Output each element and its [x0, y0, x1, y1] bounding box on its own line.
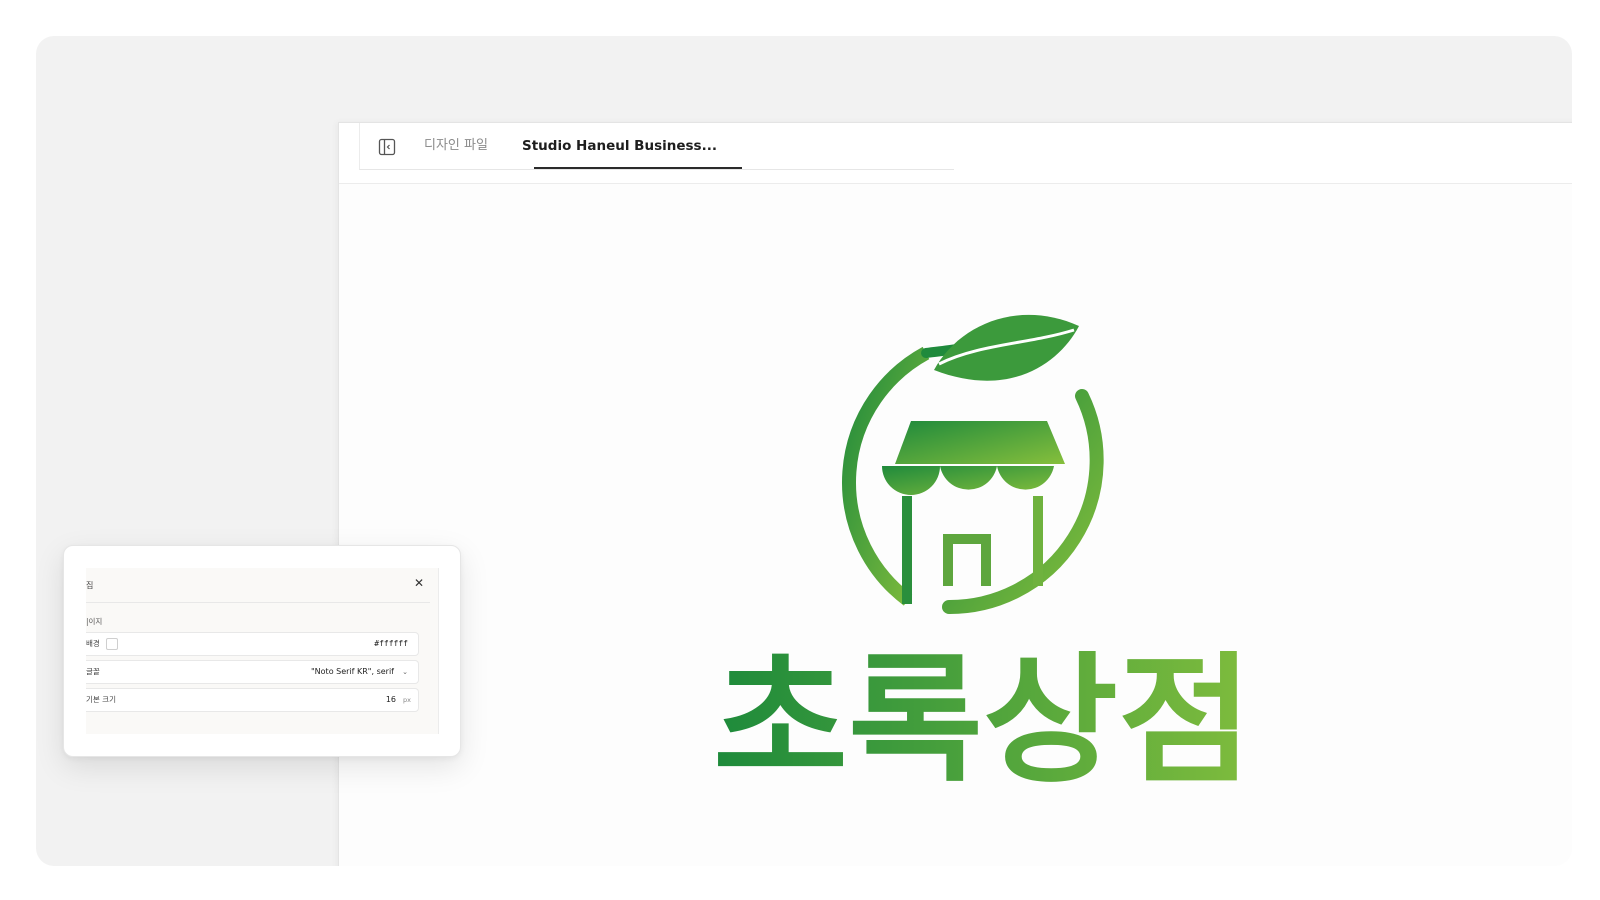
font-row: 글꼴 "Noto Serif KR", serif ⌄ [86, 660, 419, 684]
settings-panel: 집 ✕ |이지 배경 #ffffff 글꼴 "Noto Serif KR", s… [86, 568, 439, 734]
logo-artwork: 초록상점 [713, 314, 1253, 803]
awning [895, 421, 1065, 464]
base-size-label: 기본 크기 [86, 695, 116, 704]
chevron-down-icon[interactable]: ⌄ [402, 661, 408, 683]
base-size-input[interactable]: 16 [386, 689, 396, 711]
design-canvas[interactable]: 초록상점 [339, 184, 1572, 866]
divider [86, 602, 430, 603]
page-settings-popover: 집 ✕ |이지 배경 #ffffff 글꼴 "Noto Serif KR", s… [63, 545, 461, 757]
editor-window: 디자인 파일 Studio Haneul Business... 초록상점 [338, 122, 1572, 866]
awning-scallops [882, 466, 1054, 495]
sidebar-toggle-icon[interactable] [378, 138, 396, 156]
door [943, 534, 991, 586]
background-row: 배경 #ffffff [86, 632, 419, 656]
base-size-row: 기본 크기 16 px [86, 688, 419, 712]
tab-strip: 디자인 파일 Studio Haneul Business... [359, 123, 954, 170]
font-label: 글꼴 [86, 667, 100, 676]
base-size-unit: px [403, 696, 411, 704]
app-backdrop: 디자인 파일 Studio Haneul Business... 초록상점 집 … [36, 36, 1572, 866]
close-icon[interactable]: ✕ [412, 576, 426, 590]
background-color-input[interactable]: #ffffff [374, 633, 408, 655]
section-label: |이지 [86, 617, 103, 626]
tab-bar: 디자인 파일 Studio Haneul Business... [339, 123, 1572, 184]
leaf-icon [934, 314, 1079, 381]
background-label: 배경 [86, 639, 100, 648]
active-tab-indicator [534, 167, 742, 169]
post-left [902, 496, 912, 604]
font-select[interactable]: "Noto Serif KR", serif [311, 661, 394, 683]
tab-design-files[interactable]: 디자인 파일 [424, 123, 488, 169]
background-color-swatch[interactable] [106, 638, 118, 650]
tab-studio-haneul[interactable]: Studio Haneul Business... [522, 123, 717, 169]
post-right [1033, 496, 1043, 586]
logo-wordmark: 초록상점 [713, 640, 1253, 803]
panel-title: 집 [86, 581, 94, 590]
